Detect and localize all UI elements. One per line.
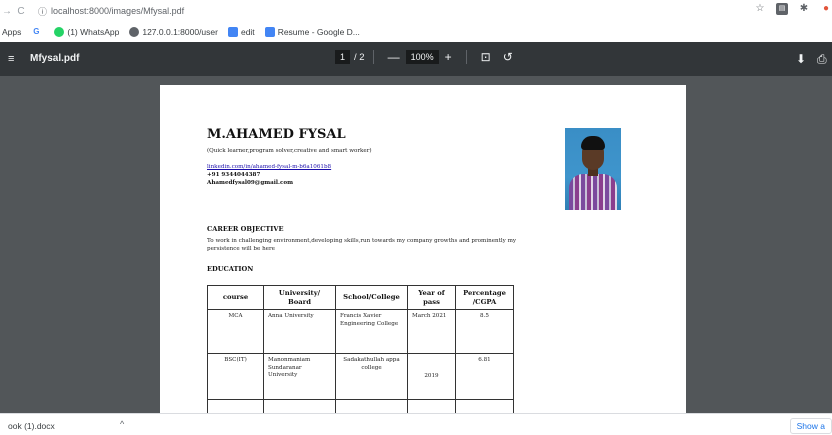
google-icon: G bbox=[33, 27, 40, 36]
resume-name: M.AHAMED FYSAL bbox=[207, 127, 346, 142]
rotate-icon[interactable]: ↺ bbox=[503, 50, 513, 64]
table-header: course bbox=[207, 285, 264, 310]
table-header: Percentage /CGPA bbox=[455, 285, 514, 310]
bookmark-google[interactable]: G bbox=[31, 27, 44, 37]
table-row bbox=[207, 399, 514, 413]
bookmark-label: 127.0.0.1:8000/user bbox=[142, 27, 218, 37]
puzzle-icon[interactable]: ✱ bbox=[798, 3, 810, 15]
table-row: MCA Anna University Francis Xavier Engin… bbox=[207, 309, 514, 354]
table-cell: 8.5 bbox=[455, 309, 514, 354]
pdf-toolbar: ≡ Mfysal.pdf 1 / 2 — 100% + ⊡ ↺ ⬇ ⎙ bbox=[0, 42, 832, 76]
address-bar: → C ⓘ localhost:8000/images/Mfysal.pdf ☆… bbox=[0, 0, 832, 22]
page-number-input[interactable]: 1 bbox=[335, 50, 351, 64]
table-header-row: course University/ Board School/College … bbox=[207, 285, 514, 310]
bookmark-label: edit bbox=[240, 27, 255, 37]
download-bar: ook (1).docx ^ Show a bbox=[0, 413, 832, 435]
forward-button[interactable]: → bbox=[0, 6, 14, 17]
toolbar-divider bbox=[372, 50, 374, 64]
reload-button[interactable]: C bbox=[14, 6, 28, 17]
table-cell: BSC(IT) bbox=[207, 353, 264, 400]
table-header: University/ Board bbox=[263, 285, 336, 310]
page-total: / 2 bbox=[354, 51, 365, 63]
table-cell: MCA bbox=[207, 309, 264, 354]
table-cell: 6.81 bbox=[455, 353, 514, 400]
resume-tagline: (Quick learner,program solver,creative a… bbox=[207, 148, 372, 154]
docs-icon bbox=[264, 27, 275, 37]
toolbar-divider bbox=[465, 50, 467, 64]
profile-icon[interactable]: ● bbox=[820, 3, 832, 15]
zoom-out-button[interactable]: — bbox=[388, 50, 400, 64]
show-all-button[interactable]: Show a bbox=[789, 418, 832, 434]
bookmark-apps[interactable]: Apps bbox=[2, 27, 21, 37]
table-cell: 2019 bbox=[407, 353, 456, 400]
table-cell: March 2021 bbox=[407, 309, 456, 354]
pdf-page: M.AHAMED FYSAL (Quick learner,program so… bbox=[160, 85, 686, 413]
bookmark-whatsapp[interactable]: (1) WhatsApp bbox=[54, 27, 119, 37]
bookmark-resume[interactable]: Resume - Google D... bbox=[264, 27, 360, 37]
zoom-level-input[interactable]: 100% bbox=[405, 50, 439, 64]
table-header: Year of pass bbox=[407, 285, 456, 310]
bookmark-localhost[interactable]: 127.0.0.1:8000/user bbox=[129, 27, 218, 37]
extensions-icon[interactable]: ▤ bbox=[776, 3, 788, 15]
table-cell: Sadakathullah appa college bbox=[335, 353, 408, 400]
bookmark-edit[interactable]: edit bbox=[227, 27, 255, 37]
pdf-viewer[interactable]: M.AHAMED FYSAL (Quick learner,program so… bbox=[0, 76, 832, 413]
resume-email: Ahamedfysal09@gmail.com bbox=[207, 180, 294, 186]
career-objective-text: To work in challenging environment,devel… bbox=[207, 238, 517, 252]
career-heading: CAREER OBJECTIVE bbox=[207, 225, 284, 233]
pdf-filename: Mfysal.pdf bbox=[30, 53, 80, 64]
whatsapp-icon bbox=[54, 27, 65, 37]
globe-icon bbox=[129, 27, 140, 37]
bookmarks-bar: Apps G (1) WhatsApp 127.0.0.1:8000/user … bbox=[0, 22, 832, 42]
profile-photo bbox=[565, 128, 621, 210]
table-cell: Anna University bbox=[263, 309, 336, 354]
chevron-up-icon[interactable]: ^ bbox=[120, 419, 124, 429]
bookmark-label: Apps bbox=[2, 27, 22, 37]
site-info-icon[interactable]: ⓘ bbox=[38, 5, 47, 18]
resume-phone: +91 9344044387 bbox=[207, 172, 261, 178]
table-cell: Francis Xavier Engineering College bbox=[335, 309, 408, 354]
table-header: School/College bbox=[335, 285, 408, 310]
print-icon[interactable]: ⎙ bbox=[817, 52, 827, 67]
bookmark-label: Resume - Google D... bbox=[277, 27, 360, 37]
star-icon[interactable]: ☆ bbox=[754, 3, 766, 15]
menu-icon[interactable]: ≡ bbox=[8, 53, 14, 65]
url-field[interactable]: localhost:8000/images/Mfysal.pdf bbox=[51, 6, 184, 16]
education-table: course University/ Board School/College … bbox=[207, 285, 514, 413]
table-row: BSC(IT) Manonmaniam Sundaranar Universit… bbox=[207, 353, 514, 400]
table-cell: Manonmaniam Sundaranar University bbox=[263, 353, 336, 400]
download-item[interactable]: ook (1).docx bbox=[8, 421, 55, 431]
download-icon[interactable]: ⬇ bbox=[796, 52, 806, 66]
zoom-in-button[interactable]: + bbox=[445, 50, 452, 64]
linkedin-link[interactable]: linkedin.com/in/ahamed-fysal-m-b6a1061b8 bbox=[207, 164, 331, 170]
fit-page-icon[interactable]: ⊡ bbox=[481, 50, 491, 64]
education-heading: EDUCATION bbox=[207, 265, 254, 273]
docs-icon bbox=[227, 27, 238, 37]
bookmark-label: (1) WhatsApp bbox=[67, 27, 120, 37]
